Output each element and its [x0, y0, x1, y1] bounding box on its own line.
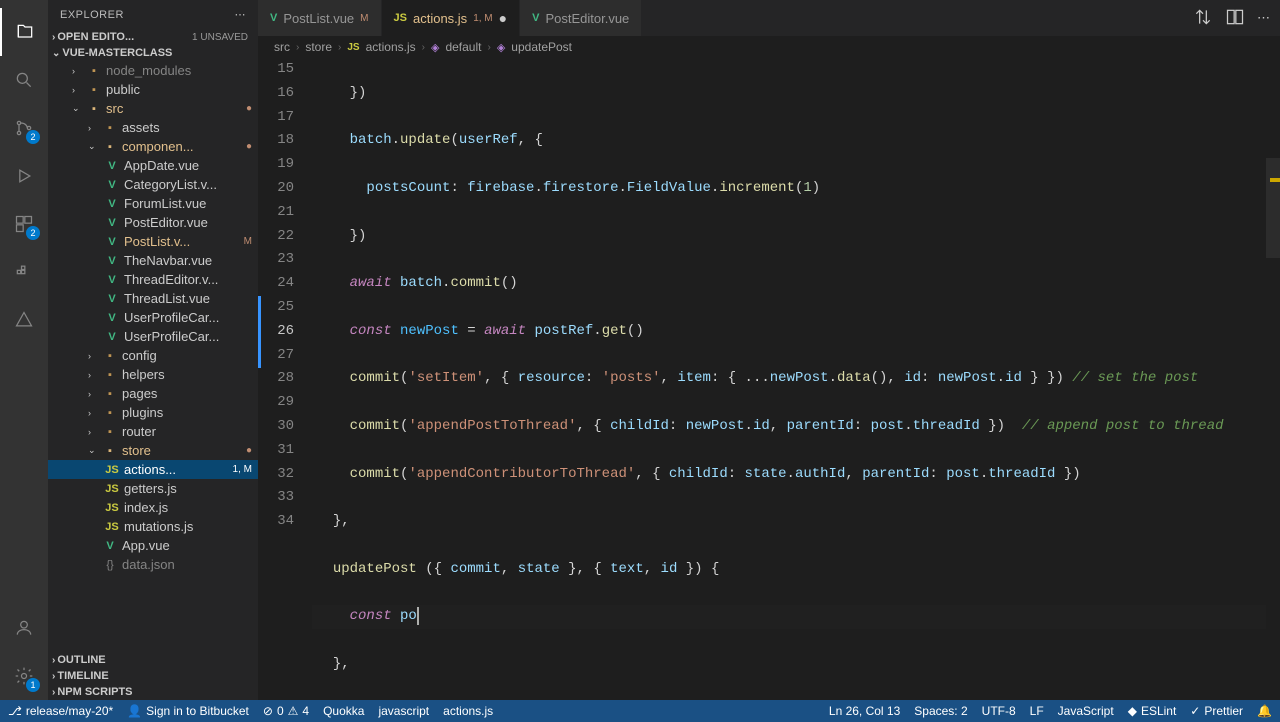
tree-file[interactable]: VAppDate.vue [48, 156, 258, 175]
compare-icon[interactable] [1193, 7, 1213, 30]
explorer-header: EXPLORER ⋯ [48, 0, 258, 29]
explorer-icon[interactable] [0, 8, 48, 56]
tree-folder[interactable]: ›▪pages [48, 384, 258, 403]
unsaved-dot-icon[interactable]: ● [499, 10, 507, 26]
more-icon[interactable]: ⋯ [235, 8, 247, 21]
lang-detect-status[interactable]: javascript [378, 704, 429, 718]
tree-file[interactable]: JSgetters.js [48, 479, 258, 498]
person-icon: 👤 [127, 704, 142, 718]
breadcrumbs[interactable]: src› store› JSactions.js› ◈default› ◈upd… [258, 36, 1280, 58]
minimap[interactable] [1266, 58, 1280, 700]
npm-section[interactable]: ›NPM SCRIPTS [48, 684, 258, 700]
tree-folder[interactable]: ›▪public [48, 80, 258, 99]
extensions-icon[interactable]: 2 [0, 200, 48, 248]
tree-file[interactable]: VForumList.vue [48, 194, 258, 213]
tree-file[interactable]: VPostList.v...M [48, 232, 258, 251]
code-content[interactable]: }) batch.update(userRef, { postsCount: f… [312, 58, 1280, 700]
split-icon[interactable] [1225, 7, 1245, 30]
tree-folder[interactable]: ›▪plugins [48, 403, 258, 422]
project-section[interactable]: ⌄VUE-MASTERCLASS [48, 45, 258, 61]
tree-folder[interactable]: ›▪assets [48, 118, 258, 137]
settings-icon[interactable]: 1 [0, 652, 48, 700]
outline-section[interactable]: ›OUTLINE [48, 652, 258, 668]
explorer-sidebar: EXPLORER ⋯ ›OPEN EDITO...1 UNSAVED ⌄VUE-M… [48, 0, 258, 700]
source-control-icon[interactable]: 2 [0, 104, 48, 152]
tree-file-actions[interactable]: JSactions...1, M [48, 460, 258, 479]
tree-file[interactable]: JSmutations.js [48, 517, 258, 536]
tree-file[interactable]: VUserProfileCar... [48, 327, 258, 346]
notification-icon[interactable]: 🔔 [1257, 704, 1272, 718]
docker-icon[interactable] [0, 248, 48, 296]
run-debug-icon[interactable] [0, 152, 48, 200]
warning-icon: ⚠ [288, 704, 299, 718]
tree-file[interactable]: {}data.json [48, 555, 258, 574]
tree-file[interactable]: VThreadEditor.v... [48, 270, 258, 289]
problems-status[interactable]: ⊘0⚠4 [263, 704, 309, 718]
branch-icon: ⎇ [8, 704, 22, 718]
encoding-status[interactable]: UTF-8 [982, 704, 1016, 718]
ext-badge: 2 [26, 226, 40, 240]
gutter-modified-indicator [258, 296, 261, 368]
signin-status[interactable]: 👤Sign in to Bitbucket [127, 704, 249, 718]
activity-bar: 2 2 1 [0, 0, 48, 700]
error-icon: ⊘ [263, 704, 273, 718]
tree-folder[interactable]: ›▪config [48, 346, 258, 365]
code-editor[interactable]: 1516171819 2021222324 2526272829 3031323… [258, 58, 1280, 700]
tree-folder[interactable]: ⌄▪store● [48, 441, 258, 460]
eslint-icon: ◆ [1128, 704, 1137, 718]
branch-status[interactable]: ⎇release/may-20* [8, 704, 113, 718]
lang-status[interactable]: JavaScript [1058, 704, 1114, 718]
open-editors-section[interactable]: ›OPEN EDITO...1 UNSAVED [48, 29, 258, 45]
prettier-status[interactable]: ✓Prettier [1190, 704, 1243, 718]
tree-folder[interactable]: ›▪router [48, 422, 258, 441]
file-status[interactable]: actions.js [443, 704, 493, 718]
status-bar: ⎇release/may-20* 👤Sign in to Bitbucket ⊘… [0, 700, 1280, 722]
tab-actions[interactable]: JSactions.js1, M● [382, 0, 521, 36]
line-gutter: 1516171819 2021222324 2526272829 3031323… [258, 58, 312, 700]
more-tab-icon[interactable]: ⋯ [1257, 10, 1270, 26]
tree-file[interactable]: VApp.vue [48, 536, 258, 555]
tab-bar: VPostList.vueM JSactions.js1, M● VPostEd… [258, 0, 1280, 36]
settings-badge: 1 [26, 678, 40, 692]
tree-file[interactable]: JSindex.js [48, 498, 258, 517]
tree-folder[interactable]: ›▪helpers [48, 365, 258, 384]
tool-icon[interactable] [0, 296, 48, 344]
editor-area: VPostList.vueM JSactions.js1, M● VPostEd… [258, 0, 1280, 700]
tab-postlist[interactable]: VPostList.vueM [258, 0, 382, 36]
cursor-pos-status[interactable]: Ln 26, Col 13 [829, 704, 900, 718]
tree-folder[interactable]: ⌄▪src● [48, 99, 258, 118]
tree-file[interactable]: VUserProfileCar... [48, 308, 258, 327]
scm-badge: 2 [26, 130, 40, 144]
account-icon[interactable] [0, 604, 48, 652]
check-icon: ✓ [1190, 704, 1200, 718]
search-icon[interactable] [0, 56, 48, 104]
tree-file[interactable]: VTheNavbar.vue [48, 251, 258, 270]
tree-folder[interactable]: ⌄▪componen...● [48, 137, 258, 156]
quokka-status[interactable]: Quokka [323, 704, 364, 718]
indent-status[interactable]: Spaces: 2 [914, 704, 967, 718]
tree-file[interactable]: VThreadList.vue [48, 289, 258, 308]
eol-status[interactable]: LF [1030, 704, 1044, 718]
eslint-status[interactable]: ◆ESLint [1128, 704, 1177, 718]
tree-folder[interactable]: ›▪node_modules [48, 61, 258, 80]
tree-file[interactable]: VPostEditor.vue [48, 213, 258, 232]
timeline-section[interactable]: ›TIMELINE [48, 668, 258, 684]
file-tree: ›▪node_modules ›▪public ⌄▪src● ›▪assets … [48, 61, 258, 652]
explorer-title: EXPLORER [60, 9, 124, 21]
tab-posteditor[interactable]: VPostEditor.vue [520, 0, 642, 36]
tree-file[interactable]: VCategoryList.v... [48, 175, 258, 194]
